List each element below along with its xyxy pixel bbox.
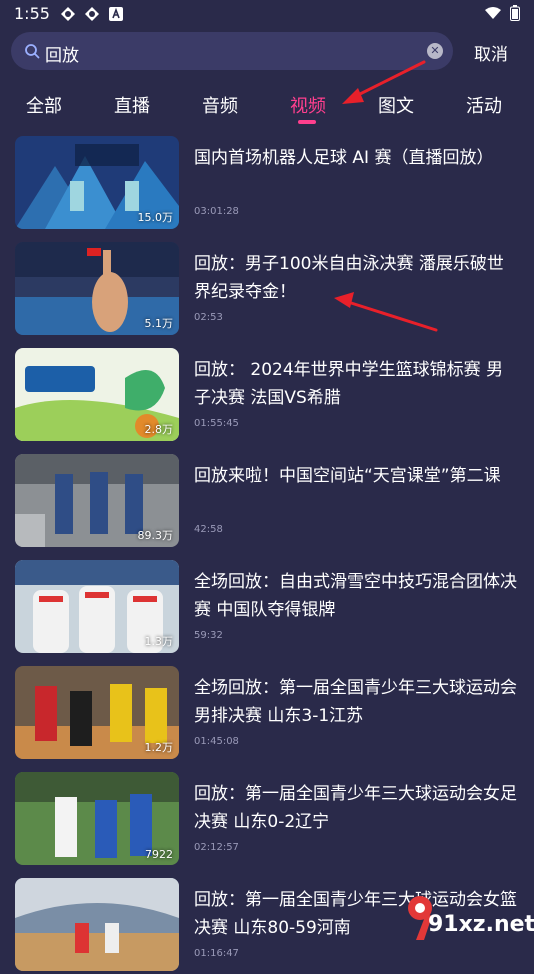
app-a-icon — [109, 7, 123, 21]
tab-all[interactable]: 全部 — [26, 92, 62, 118]
tab-audio[interactable]: 音频 — [202, 92, 238, 118]
video-title: 回放：第一届全国青少年三大球运动会女足决赛 山东0-2辽宁 — [194, 784, 517, 832]
video-thumbnail: 5.1万 — [15, 242, 179, 335]
video-item[interactable]: 89.3万 回放来啦！中国空间站“天宫课堂”第二课 42:58 — [0, 454, 534, 550]
view-count: 89.3万 — [137, 529, 174, 542]
video-duration: 02:12:57 — [194, 842, 239, 853]
site-watermark: 91xz.net — [398, 888, 534, 950]
video-thumbnail: 89.3万 — [15, 454, 179, 547]
notification-icons — [60, 6, 124, 22]
status-bar: 1:55 — [0, 0, 534, 28]
status-time: 1:55 — [14, 4, 50, 23]
video-title: 国内首场机器人足球 AI 赛（直播回放） — [194, 148, 494, 168]
video-item[interactable]: 7922 回放：第一届全国青少年三大球运动会女足决赛 山东0-2辽宁 02:12… — [0, 772, 534, 868]
view-count: 15.0万 — [137, 211, 174, 224]
video-duration: 42:58 — [194, 524, 223, 535]
video-item[interactable]: 1.2万 全场回放：第一届全国青少年三大球运动会男排决赛 山东3-1江苏 01:… — [0, 666, 534, 762]
cancel-button[interactable]: 取消 — [474, 40, 508, 65]
view-count: 5.1万 — [144, 317, 174, 330]
video-duration: 59:32 — [194, 630, 223, 641]
video-duration: 03:01:28 — [194, 206, 239, 217]
video-title: 回放来啦！中国空间站“天宫课堂”第二课 — [194, 466, 501, 486]
video-thumbnail: 15.0万 — [15, 136, 179, 229]
view-count: 1.2万 — [144, 741, 174, 754]
video-item[interactable]: 15.0万 国内首场机器人足球 AI 赛（直播回放） 03:01:28 — [0, 136, 534, 232]
view-count: 1.3万 — [144, 635, 174, 648]
search-input[interactable]: 回放 ✕ — [11, 32, 453, 70]
search-query[interactable]: 回放 — [45, 41, 79, 66]
video-thumbnail: 1.3万 — [15, 560, 179, 653]
video-title: 回放：男子100米自由泳决赛 潘展乐破世界纪录夺金！ — [194, 254, 504, 302]
video-thumbnail: 2.8万 — [15, 348, 179, 441]
video-thumbnail: 1.2万 — [15, 666, 179, 759]
category-tabs: 全部 直播 音频 视频 图文 活动 — [0, 92, 534, 128]
view-count: 7922 — [145, 848, 173, 861]
battery-icon — [510, 5, 520, 21]
search-bar: 回放 ✕ 取消 — [0, 30, 534, 74]
video-item[interactable]: 5.1万 回放：男子100米自由泳决赛 潘展乐破世界纪录夺金！ 02:53 — [0, 242, 534, 338]
video-item[interactable]: 1.3万 全场回放：自由式滑雪空中技巧混合团体决赛 中国队夺得银牌 59:32 — [0, 560, 534, 656]
video-duration: 01:55:45 — [194, 418, 239, 429]
app-icon — [85, 7, 99, 21]
tab-graphic[interactable]: 图文 — [378, 92, 414, 118]
tab-events[interactable]: 活动 — [466, 92, 502, 118]
video-title: 全场回放：自由式滑雪空中技巧混合团体决赛 中国队夺得银牌 — [194, 572, 517, 620]
video-title: 全场回放：第一届全国青少年三大球运动会男排决赛 山东3-1江苏 — [194, 678, 517, 726]
video-item[interactable]: 2.8万 回放： 2024年世界中学生篮球锦标赛 男子决赛 法国VS希腊 01:… — [0, 348, 534, 444]
video-thumbnail — [15, 878, 179, 971]
active-tab-indicator — [298, 120, 316, 124]
tab-video[interactable]: 视频 — [290, 92, 326, 118]
system-icons — [484, 5, 520, 21]
tab-live[interactable]: 直播 — [114, 92, 150, 118]
video-thumbnail: 7922 — [15, 772, 179, 865]
clear-icon[interactable]: ✕ — [427, 43, 443, 59]
video-duration: 02:53 — [194, 312, 223, 323]
video-duration: 01:45:08 — [194, 736, 239, 747]
wifi-icon — [485, 7, 501, 19]
search-icon — [25, 44, 40, 59]
video-title: 回放： 2024年世界中学生篮球锦标赛 男子决赛 法国VS希腊 — [194, 360, 504, 408]
watermark-text: 91xz.net — [428, 912, 534, 937]
view-count: 2.8万 — [144, 423, 174, 436]
app-icon — [61, 7, 75, 21]
